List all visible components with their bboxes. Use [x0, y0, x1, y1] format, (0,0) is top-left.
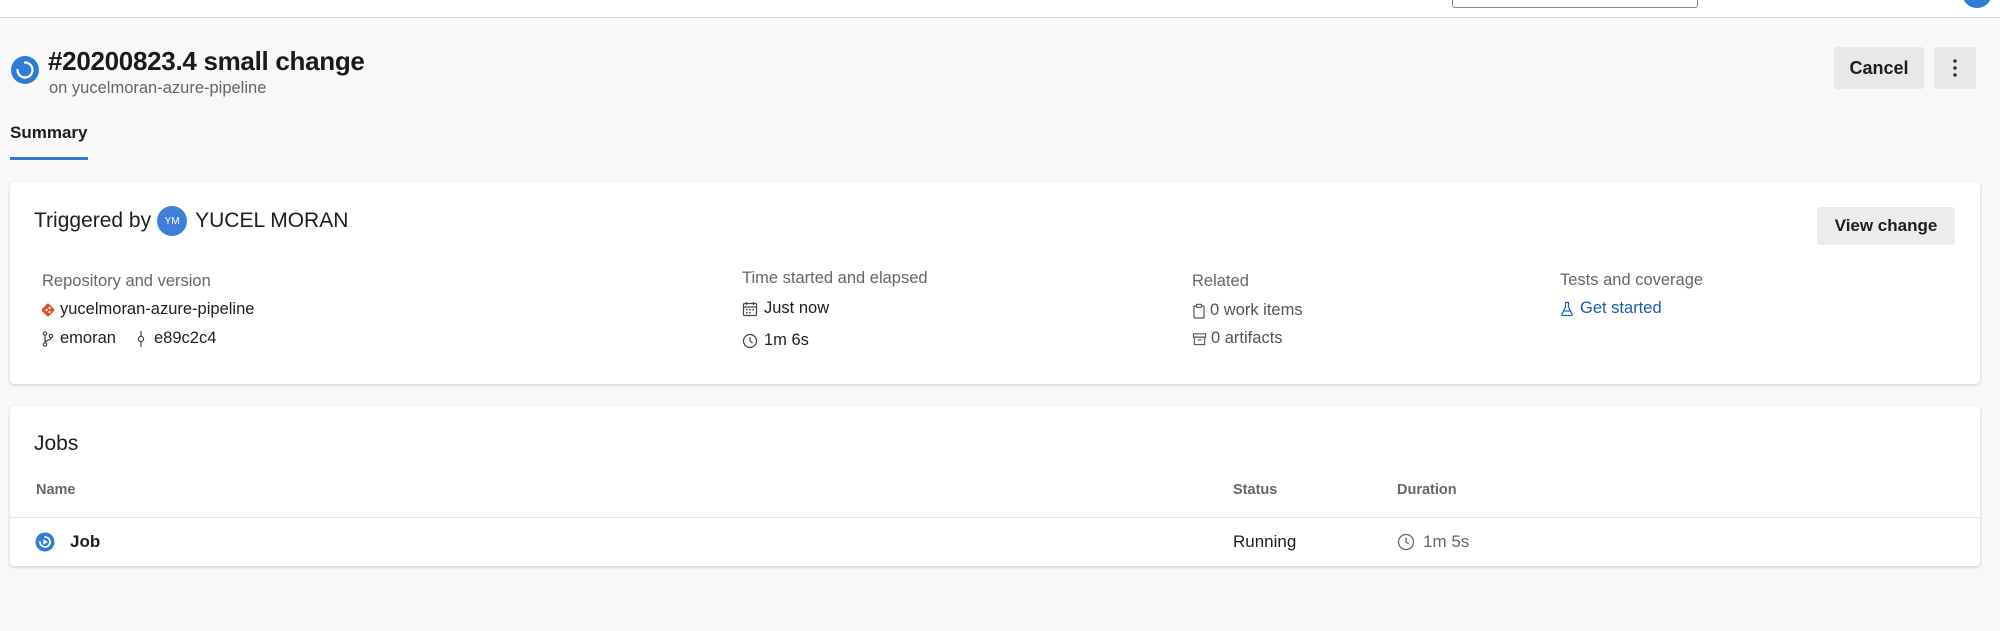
- clock-icon: [1397, 533, 1415, 551]
- more-vertical-icon: [1953, 59, 1957, 77]
- triggered-by-user[interactable]: YUCEL MORAN: [195, 209, 348, 233]
- repository-label: Repository and version: [42, 272, 211, 290]
- calendar-icon: [742, 301, 758, 316]
- time-started-value: Just now: [764, 299, 830, 317]
- time-elapsed-value: 1m 6s: [764, 331, 809, 349]
- time-started: Just now: [742, 299, 829, 318]
- page-title: #20200823.4 small change: [48, 46, 365, 76]
- clock-icon: [742, 333, 758, 348]
- column-header-duration: Duration: [1397, 482, 1457, 498]
- running-status-icon: [35, 532, 55, 552]
- account-avatar[interactable]: [1962, 0, 1992, 8]
- cancel-button[interactable]: Cancel: [1834, 47, 1924, 89]
- running-status-icon: [11, 56, 39, 84]
- git-repo-icon: [41, 303, 55, 316]
- active-tab-indicator: [10, 157, 88, 160]
- more-actions-button[interactable]: [1934, 47, 1976, 89]
- flask-icon: [1561, 301, 1573, 316]
- jobs-card: Jobs Name Status Duration Job Running 1m…: [10, 406, 1980, 566]
- jobs-title: Jobs: [34, 432, 79, 455]
- column-header-name: Name: [36, 482, 76, 498]
- table-divider: [10, 517, 1980, 518]
- artifact-box-icon: [1192, 332, 1207, 345]
- artifacts-count: 0 artifacts: [1211, 329, 1283, 347]
- repository-name: yucelmoran-azure-pipeline: [60, 300, 255, 318]
- column-header-status: Status: [1233, 482, 1278, 498]
- view-change-button[interactable]: View change: [1817, 207, 1955, 245]
- tab-summary[interactable]: Summary: [10, 123, 87, 143]
- top-bar: [0, 0, 2000, 18]
- artifacts-link[interactable]: 0 artifacts: [1192, 329, 1283, 348]
- branch-icon: [42, 330, 54, 347]
- search-input[interactable]: [1452, 0, 1698, 8]
- time-label: Time started and elapsed: [742, 269, 928, 287]
- triggered-by: Triggered by YM YUCEL MORAN: [34, 206, 348, 236]
- clipboard-icon: [1193, 303, 1205, 319]
- pipeline-subtitle: on yucelmoran-azure-pipeline: [49, 79, 267, 97]
- related-label: Related: [1192, 272, 1249, 290]
- job-duration-value: 1m 5s: [1423, 532, 1470, 551]
- work-items-link[interactable]: 0 work items: [1192, 301, 1303, 320]
- get-started-link[interactable]: Get started: [1560, 299, 1662, 318]
- job-status: Running: [1233, 532, 1297, 551]
- commit-icon: [137, 330, 145, 347]
- get-started-text: Get started: [1580, 299, 1662, 317]
- branch-link[interactable]: emoran: [42, 329, 116, 348]
- branch-name: emoran: [60, 329, 116, 347]
- time-elapsed: 1m 6s: [742, 331, 809, 350]
- repository-link[interactable]: yucelmoran-azure-pipeline: [41, 300, 254, 319]
- job-duration: 1m 5s: [1397, 532, 1469, 552]
- tests-label: Tests and coverage: [1560, 271, 1704, 289]
- commit-hash: e89c2c4: [154, 329, 217, 347]
- triggered-by-label: Triggered by: [34, 209, 152, 232]
- work-items-count: 0 work items: [1210, 301, 1303, 319]
- commit-link[interactable]: e89c2c4: [136, 329, 216, 348]
- avatar: YM: [157, 206, 188, 236]
- summary-card: Triggered by YM YUCEL MORAN View change …: [10, 182, 1980, 384]
- job-name: Job: [70, 532, 101, 551]
